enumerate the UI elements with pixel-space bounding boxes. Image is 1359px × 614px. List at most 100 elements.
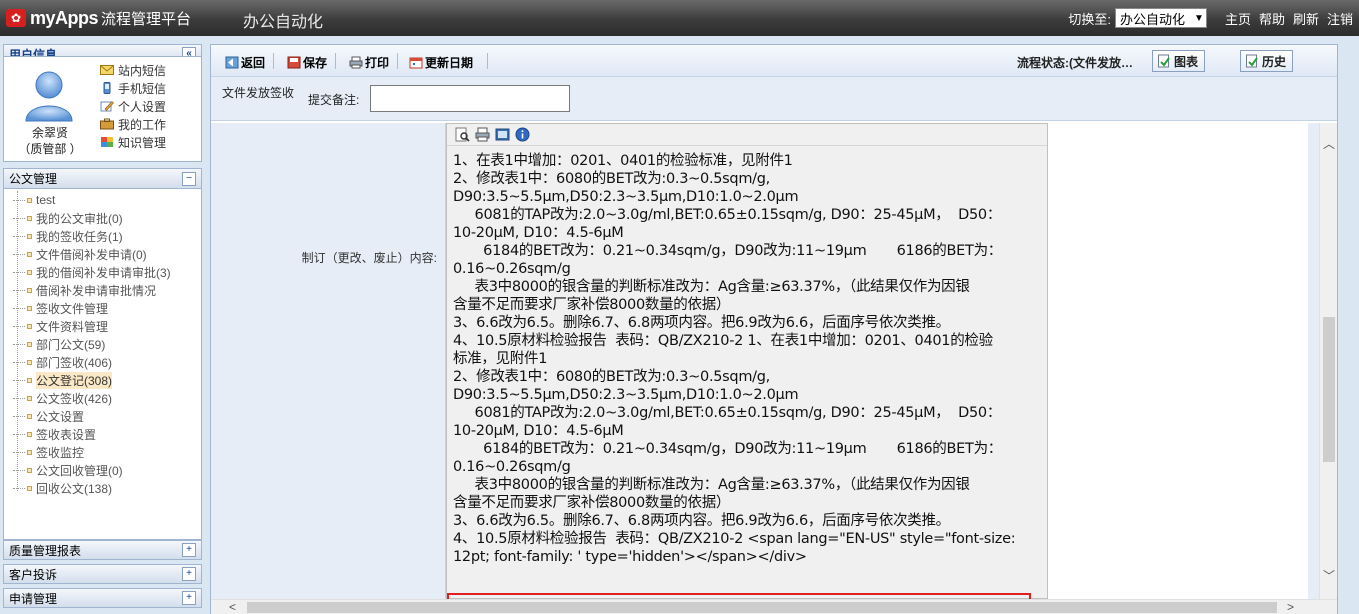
tree-item[interactable]: 公文回收管理(0): [13, 461, 201, 479]
plus-icon[interactable]: +: [182, 567, 196, 581]
panel-title: 客户投诉: [9, 567, 58, 582]
tree-item[interactable]: 我的借阅补发申请审批(3): [13, 263, 201, 281]
user-item-knowledge[interactable]: 知识管理: [100, 133, 166, 151]
mobile-phone-icon: [103, 82, 111, 94]
app-logo[interactable]: ✿ myApps 流程管理平台: [6, 7, 191, 29]
back-button[interactable]: 返回: [225, 53, 265, 71]
note-input[interactable]: [370, 85, 570, 112]
tree-item[interactable]: 文件资料管理: [13, 317, 201, 335]
tree-item[interactable]: 我的公文审批(0): [13, 209, 201, 227]
content-editor[interactable]: 1、在表1中增加：0201、0401的检验标准，见附件1 2、修改表1中：6080…: [446, 123, 1048, 599]
panel-applications[interactable]: 申请管理 +: [3, 588, 202, 608]
panel-title: 申请管理: [9, 591, 58, 606]
envelope-icon: [100, 65, 114, 75]
bullet-icon: [27, 467, 32, 473]
tree-item[interactable]: 部门公文(59): [13, 335, 201, 353]
note-label: 提交备注:: [308, 93, 360, 107]
scroll-up-icon[interactable]: ︿: [1323, 135, 1335, 152]
tree-item-label: 部门签收(406): [36, 355, 113, 370]
toolbar-divider: [273, 53, 274, 69]
print-button[interactable]: 打印: [349, 53, 389, 71]
print-icon: [349, 56, 363, 68]
app-title: 办公自动化: [243, 14, 324, 31]
user-item-messages[interactable]: 站内短信: [100, 61, 166, 79]
tree-item[interactable]: 我的签收任务(1): [13, 227, 201, 245]
puzzle-icon: [101, 137, 113, 147]
tree-item-label: 借阅补发申请审批情况: [36, 283, 157, 298]
tree-connector: [13, 433, 25, 435]
doc-panel-title: 公文管理: [9, 172, 58, 186]
tree-item[interactable]: 公文登记(308): [13, 371, 201, 389]
refresh-link[interactable]: 刷新: [1293, 9, 1319, 28]
plus-icon[interactable]: +: [182, 543, 196, 557]
horizontal-scroll-thumb[interactable]: [247, 602, 1277, 613]
tree-connector: [13, 487, 25, 489]
editor-line: 表3中8000的银含量的判断标准改为：Ag含量:≥63.37%，（此结果仅作为因…: [453, 279, 970, 295]
bullet-icon: [27, 251, 32, 257]
tree-item[interactable]: 公文签收(426): [13, 389, 201, 407]
back-icon: [225, 56, 239, 68]
tree-item[interactable]: 回收公文(138): [13, 479, 201, 497]
minus-icon[interactable]: −: [182, 171, 196, 186]
scroll-down-icon[interactable]: ﹀: [1323, 567, 1335, 584]
tree-item[interactable]: 文件借阅补发申请(0): [13, 245, 201, 263]
user-name-block: 余翠贤 （质管部 ）: [12, 125, 88, 157]
tree-item[interactable]: 签收文件管理: [13, 299, 201, 317]
doc-tree: test 我的公文审批(0) 我的签收任务(1) 文件借阅补发申请(0) 我的借阅补发申…: [4, 189, 201, 497]
tree-connector: [13, 217, 25, 219]
tree-item[interactable]: 借阅补发申请审批情况: [13, 281, 201, 299]
bullet-icon: [27, 413, 32, 419]
scroll-left-icon[interactable]: <: [229, 600, 236, 614]
user-info-box: 余翠贤 （质管部 ） 站内短信 手机短信 个人设置 我的工作 知识管理: [3, 56, 202, 162]
toolbar-divider: [487, 53, 488, 69]
update-date-button[interactable]: 更新日期: [409, 53, 473, 71]
app-switch-value: 办公自动化: [1119, 11, 1185, 27]
tree-item[interactable]: test: [13, 191, 201, 209]
save-button[interactable]: 保存: [287, 53, 327, 71]
tree-item[interactable]: 签收监控: [13, 443, 201, 461]
form-title: 文件发放签收: [222, 86, 295, 100]
home-link[interactable]: 主页: [1225, 9, 1251, 28]
preview-icon[interactable]: [455, 127, 470, 142]
editor-line: 标准，见附件1: [453, 351, 548, 367]
panel-complaints[interactable]: 客户投诉 +: [3, 564, 202, 584]
tree-item[interactable]: 部门签收(406): [13, 353, 201, 371]
user-item-sms[interactable]: 手机短信: [100, 79, 166, 97]
app-switch-select[interactable]: 办公自动化 ▼: [1114, 8, 1207, 28]
editor-line: 1、在表1中增加：0201、0401的检验标准，见附件1: [453, 153, 793, 169]
doc-panel-header[interactable]: 公文管理 −: [4, 169, 201, 189]
user-item-settings[interactable]: 个人设置: [100, 97, 166, 115]
print-icon[interactable]: [475, 127, 490, 142]
vertical-scroll-thumb[interactable]: [1323, 317, 1335, 462]
user-item-label: 站内短信: [118, 63, 167, 78]
history-button[interactable]: 历史: [1240, 50, 1294, 72]
chevron-down-icon: ▼: [1194, 12, 1204, 24]
logo-text: myApps: [30, 7, 99, 28]
vertical-scrollbar[interactable]: ︿ ﹀: [1319, 123, 1337, 599]
form-content: 制订（更改、废止）内容: 1、在表1中增加：0201、0401的检验标准，见附件…: [211, 123, 1319, 599]
user-item-label: 知识管理: [118, 135, 167, 150]
info-icon[interactable]: [515, 127, 530, 142]
bullet-icon: [27, 269, 32, 275]
panel-quality-reports[interactable]: 质量管理报表 +: [3, 540, 202, 560]
plus-icon[interactable]: +: [182, 591, 196, 605]
panel-title: 质量管理报表: [9, 543, 82, 558]
logout-link[interactable]: 注销: [1327, 9, 1353, 28]
history-label: 历史: [1262, 54, 1287, 69]
horizontal-scrollbar[interactable]: < >: [211, 599, 1337, 614]
bullet-icon: [27, 431, 32, 437]
tree-item[interactable]: 公文设置: [13, 407, 201, 425]
fullscreen-icon[interactable]: [495, 127, 510, 142]
main-panel: 返回 保存 打印 更新日期 流程状态:(文件发放… 图表 历史 文件发放签收 提…: [210, 44, 1338, 614]
bullet-icon: [27, 341, 32, 347]
help-link[interactable]: 帮助: [1259, 9, 1285, 28]
user-item-work[interactable]: 我的工作: [100, 115, 166, 133]
chart-button[interactable]: 图表: [1152, 50, 1206, 72]
back-label: 返回: [241, 55, 266, 70]
save-label: 保存: [303, 55, 328, 70]
tree-item[interactable]: 签收表设置: [13, 425, 201, 443]
avatar[interactable]: [20, 65, 78, 123]
editor-line: 0.16~0.26sqm/g: [453, 459, 571, 475]
scroll-right-icon[interactable]: >: [1287, 600, 1294, 614]
toolbar-divider: [397, 53, 398, 69]
